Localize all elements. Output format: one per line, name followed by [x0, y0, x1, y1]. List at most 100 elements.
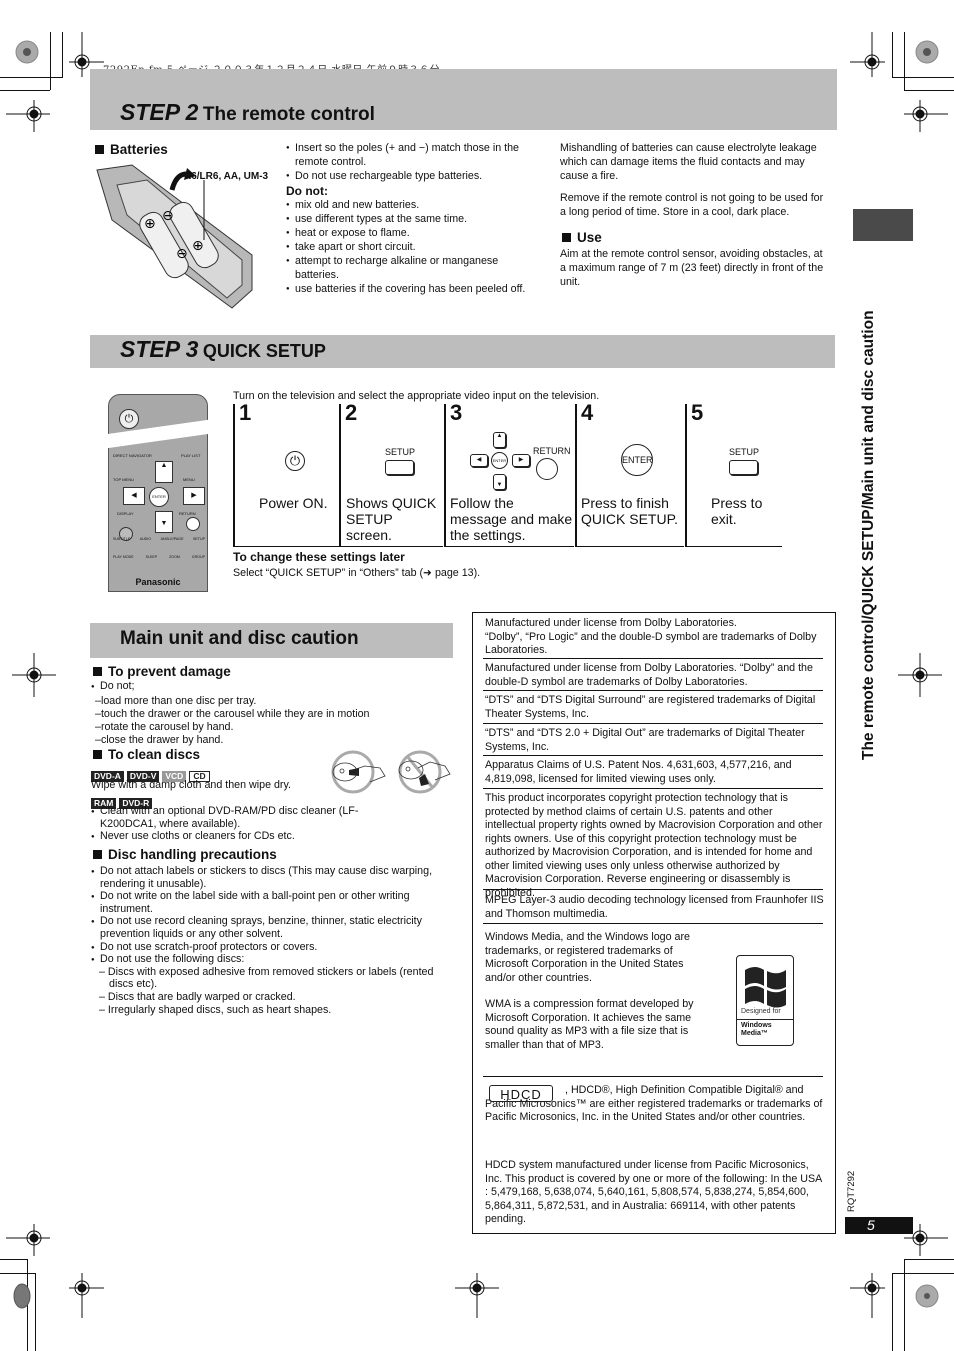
battery-warning: Mishandling of batteries can cause elect… [560, 142, 817, 182]
disc-handling-item: Do not attach labels or stickers to disc… [91, 865, 456, 890]
key-label: AUDIO [139, 537, 152, 541]
power-button-icon: ⏻ [119, 409, 139, 429]
step-text: Follow the message and make the settings… [450, 495, 573, 543]
disc-handling-subitem: – Irregularly shaped discs, such as hear… [99, 1003, 332, 1016]
key-label: SETUP [192, 537, 205, 541]
step2-title: STEP 2 The remote control [120, 99, 375, 126]
key-label: SUBTITLE [113, 537, 131, 541]
right-arrow-key-icon: ▶ [512, 454, 530, 467]
divider [483, 690, 823, 691]
key-label: PLAY LIST [181, 453, 201, 458]
battery-warnings: Mishandling of batteries can cause elect… [560, 141, 830, 219]
svg-text:⊕: ⊕ [192, 238, 204, 254]
disc-handling-item: Do not use record cleaning sprays, benzi… [91, 915, 456, 940]
quick-setup-step-5: 5 SETUP Press to exit. [685, 400, 782, 547]
key-label: TOP MENU [113, 477, 134, 482]
disc-handling-subitem: – Discs with exposed adhesive from remov… [99, 965, 434, 991]
wma-notice: WMA is a compression format developed by… [485, 998, 694, 1051]
settings-later-text: Select “QUICK SETUP” in “Others” tab (➜ … [233, 567, 481, 579]
key-label: ZOOM [169, 555, 180, 559]
prevent-damage-item: –rotate the carousel by hand. [95, 721, 234, 733]
enter-key-icon: ENTER [491, 452, 508, 469]
enter-button-icon: ENTER [621, 444, 653, 476]
battery-instruction: Insert so the poles (+ and −) match thos… [286, 141, 542, 169]
settings-later-heading: To change these settings later [233, 550, 405, 564]
remote-break [94, 418, 222, 450]
return-button-icon [536, 458, 558, 480]
return-key-icon [186, 517, 200, 531]
license-notice: Manufactured under license from Dolby La… [485, 617, 817, 656]
svg-text:⊖: ⊖ [162, 208, 174, 224]
prevent-damage-item: –touch the drawer or the carousel while … [95, 708, 370, 720]
do-not-item: take apart or short circuit. [286, 240, 542, 254]
prevent-damage-lead: Do not; [91, 680, 461, 694]
wm-logo-bottom-text: Windows Media™ [741, 1022, 772, 1037]
remote-brand: Panasonic [135, 577, 181, 587]
battery-instruction: Do not use rechargeable type batteries. [286, 169, 542, 183]
wm-logo-top-text: Designed for [741, 1008, 781, 1015]
disc-handling-list: Do not attach labels or stickers to disc… [91, 865, 456, 1016]
license-notice: “DTS” and “DTS 2.0 + Digital Out” are tr… [485, 727, 805, 753]
quick-setup-intro: Turn on the television and select the ap… [233, 390, 600, 402]
step-number: 2 [345, 400, 358, 425]
down-key-icon: ▼ [155, 511, 173, 533]
setup-button-icon [385, 460, 414, 475]
quick-setup-step-1: 1 ⏻ Power ON. [233, 400, 339, 547]
setup-key-label: SETUP [385, 447, 416, 457]
use-heading: Use [562, 230, 602, 245]
square-bullet-icon [93, 667, 102, 676]
step-text: Power ON. [259, 495, 328, 511]
hdcd-patents: HDCD system manufactured under license f… [485, 1159, 822, 1225]
side-section-title: The remote control/QUICK SETUP/Main unit… [860, 310, 877, 760]
do-not-item: heat or expose to flame. [286, 226, 542, 240]
clean-discs-list: Clean with an optional DVD-RAM/PD disc c… [91, 805, 371, 843]
left-key-icon: ◀ [123, 487, 145, 505]
prevent-damage-heading: To prevent damage [93, 664, 231, 679]
setup-key-label: SETUP [729, 447, 760, 457]
quick-setup-step-4: 4 ENTER Press to finish QUICK SETUP. [575, 400, 684, 547]
license-notice: MPEG Layer-3 audio decoding technology l… [485, 894, 824, 920]
caution-title: Main unit and disc caution [120, 628, 359, 649]
hdcd-logo: HDCD [489, 1085, 553, 1102]
divider [483, 788, 823, 789]
svg-text:⊕: ⊕ [144, 216, 156, 232]
disc-handling-heading: Disc handling precautions [93, 847, 277, 862]
divider [483, 889, 823, 890]
do-not-item: attempt to recharge alkaline or manganes… [286, 254, 542, 282]
key-label: SLEEP [145, 555, 158, 559]
document-code: RQT7292 [846, 1170, 857, 1212]
do-not-item: use batteries if the covering has been p… [286, 282, 542, 296]
step-number: 5 [691, 400, 704, 425]
clean-discs-heading-text: To clean discs [108, 747, 201, 762]
disc-cleaning-illustration [331, 750, 451, 794]
power-icon: ⏻ [285, 451, 305, 471]
disc-handling-subitem: – Discs that are badly warped or cracked… [99, 990, 296, 1003]
step-number: 4 [581, 400, 594, 425]
svg-text:⊖: ⊖ [176, 246, 188, 262]
battery-warning: Remove if the remote control is not goin… [560, 192, 824, 218]
divider [483, 755, 823, 756]
wipe-text: Wipe with a damp cloth and then wipe dry… [91, 779, 291, 791]
divider [483, 1076, 823, 1077]
divider [483, 658, 823, 659]
remote-row1-labels: SUBTITLE AUDIO ANGLE/PAGE SETUP [113, 537, 205, 541]
remote-control-illustration: ⏻ ▲ ▼ ◀ ▶ ENTER DIRECT NAVIGATOR PLAY LI… [94, 394, 222, 592]
setup-button-icon [729, 460, 758, 475]
key-label: RETURN [179, 511, 196, 516]
license-notices-box: Manufactured under license from Dolby La… [472, 612, 836, 1234]
key-label: GROUP [191, 555, 205, 559]
page-number: 5 [845, 1217, 913, 1234]
windows-media-logo: Designed for Windows Media™ [736, 955, 794, 1046]
disc-handling-item: Do not write on the label side with a ba… [91, 890, 456, 915]
step3-title: STEP 3 QUICK SETUP [120, 336, 326, 363]
key-label: PLAY MODE [113, 555, 134, 559]
key-label: ANGLE/PAGE [160, 537, 184, 541]
clean-discs-item: Clean with an optional DVD-RAM/PD disc c… [91, 805, 371, 830]
divider [483, 923, 823, 924]
license-notice: Apparatus Claims of U.S. Patent Nos. 4,6… [485, 759, 792, 785]
battery-insertion-illustration: ⊕ ⊖ ⊖ ⊕ [96, 164, 253, 309]
step-number: 3 [450, 400, 463, 425]
clean-discs-heading: To clean discs [93, 747, 200, 762]
right-key-icon: ▶ [183, 487, 205, 505]
disc-handling-item: Do not use the following discs: [91, 953, 456, 967]
